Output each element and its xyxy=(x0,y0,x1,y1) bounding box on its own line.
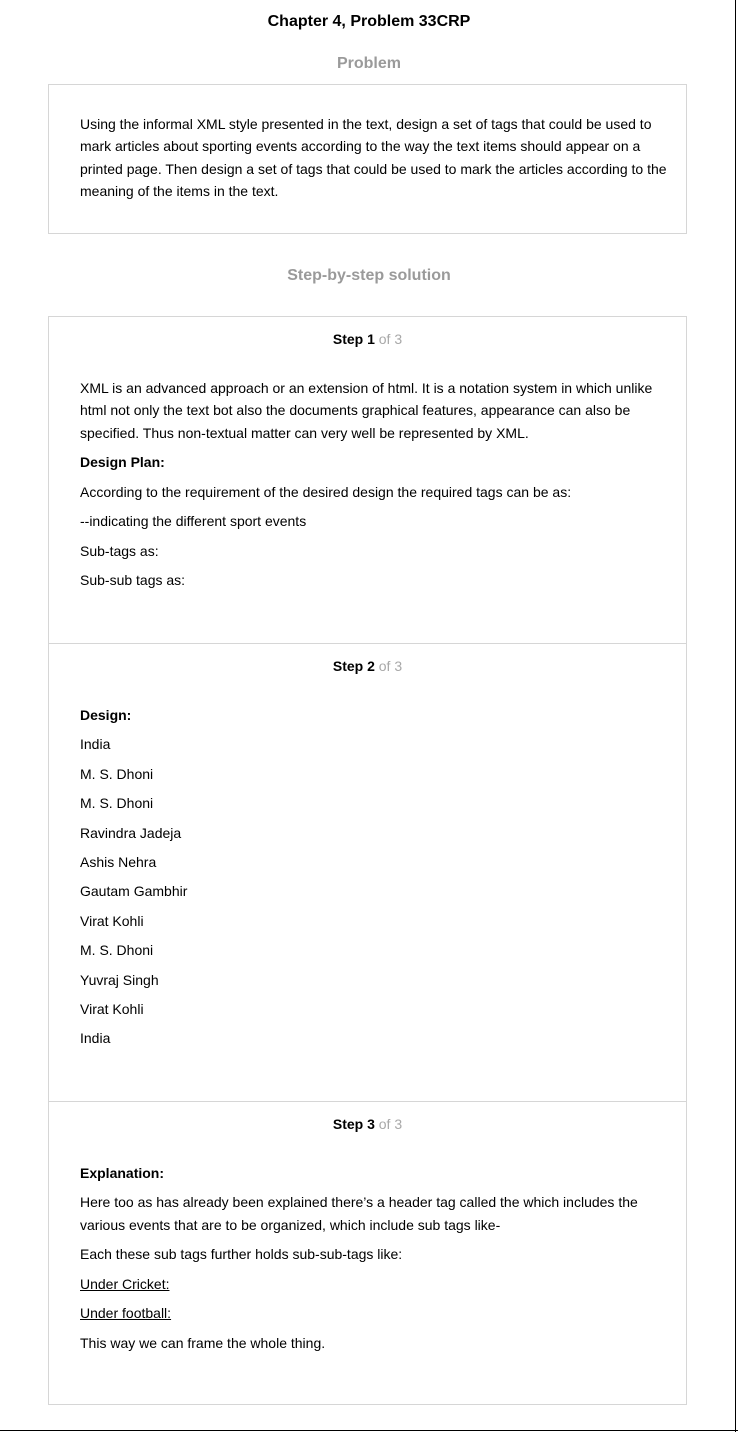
page-bottom-border xyxy=(0,1430,738,1431)
step-3-total: of 3 xyxy=(378,1116,403,1132)
step-2-number: Step 2 xyxy=(332,658,375,674)
step-2: Step 2 of 3 Design: India M. S. Dhoni M.… xyxy=(49,643,686,1102)
step-2-line: India xyxy=(80,1030,111,1047)
step-1: Step 1 of 3 XML is an advanced approach … xyxy=(49,317,686,643)
step-2-total: of 3 xyxy=(378,658,403,674)
step-3-label: Step 3 of 3 xyxy=(49,1115,686,1133)
step-3-line: This way we can frame the whole thing. xyxy=(80,1334,326,1351)
step-1-number: Step 1 xyxy=(332,331,375,347)
under-cricket-label: Under Cricket: xyxy=(80,1275,170,1292)
step-2-label: Step 2 of 3 xyxy=(49,657,686,675)
step-2-line: Virat Kohli xyxy=(80,1000,144,1017)
step-3-body: Explanation: Here too as has already bee… xyxy=(80,1162,670,1361)
step-1-body: XML is an advanced approach or an extens… xyxy=(80,377,670,598)
step-1-line: --indicating the different sport events xyxy=(80,513,307,530)
page-title: Chapter 4, Problem 33CRP xyxy=(267,13,471,30)
step-2-body: Design: India M. S. Dhoni M. S. Dhoni Ra… xyxy=(80,704,670,1057)
step-2-line: Gautam Gambhir xyxy=(80,883,188,900)
step-2-subheading: Design: xyxy=(80,707,132,723)
solution-box: Step 1 of 3 XML is an advanced approach … xyxy=(48,316,687,1405)
step-1-subheading: Design Plan: xyxy=(80,454,165,471)
step-2-line: Virat Kohli xyxy=(80,912,144,929)
step-1-intro: XML is an advanced approach or an extens… xyxy=(80,380,653,441)
step-1-line: Sub-sub tags as: xyxy=(80,571,186,588)
solution-heading: Step-by-step solution xyxy=(287,267,451,284)
step-2-line: India xyxy=(80,736,111,753)
step-3-subheading: Explanation: xyxy=(80,1165,165,1181)
problem-heading: Problem xyxy=(336,55,401,72)
step-2-line: Yuvraj Singh xyxy=(80,971,159,988)
step-2-line: Ashis Nehra xyxy=(80,853,157,870)
step-2-line: Ravindra Jadeja xyxy=(80,824,182,841)
under-football-label: Under football: xyxy=(80,1305,172,1322)
problem-box: Using the informal XML style presented i… xyxy=(48,84,687,234)
step-2-line: M. S. Dhoni xyxy=(80,765,154,782)
page-right-border xyxy=(735,0,736,1432)
step-3-line: Each these sub tags further holds sub-su… xyxy=(80,1246,403,1263)
step-3-intro: Here too as has already been explained t… xyxy=(80,1194,638,1233)
problem-text: Using the informal XML style presented i… xyxy=(80,116,667,199)
step-1-line: Sub-tags as: xyxy=(80,542,159,559)
step-2-line: M. S. Dhoni xyxy=(80,795,154,812)
step-1-line: According to the requirement of the desi… xyxy=(80,483,572,500)
step-3-number: Step 3 xyxy=(332,1116,375,1132)
step-1-label: Step 1 of 3 xyxy=(49,330,686,348)
step-3: Step 3 of 3 Explanation: Here too as has… xyxy=(49,1101,686,1405)
step-1-total: of 3 xyxy=(378,331,403,347)
step-2-line: M. S. Dhoni xyxy=(80,942,154,959)
